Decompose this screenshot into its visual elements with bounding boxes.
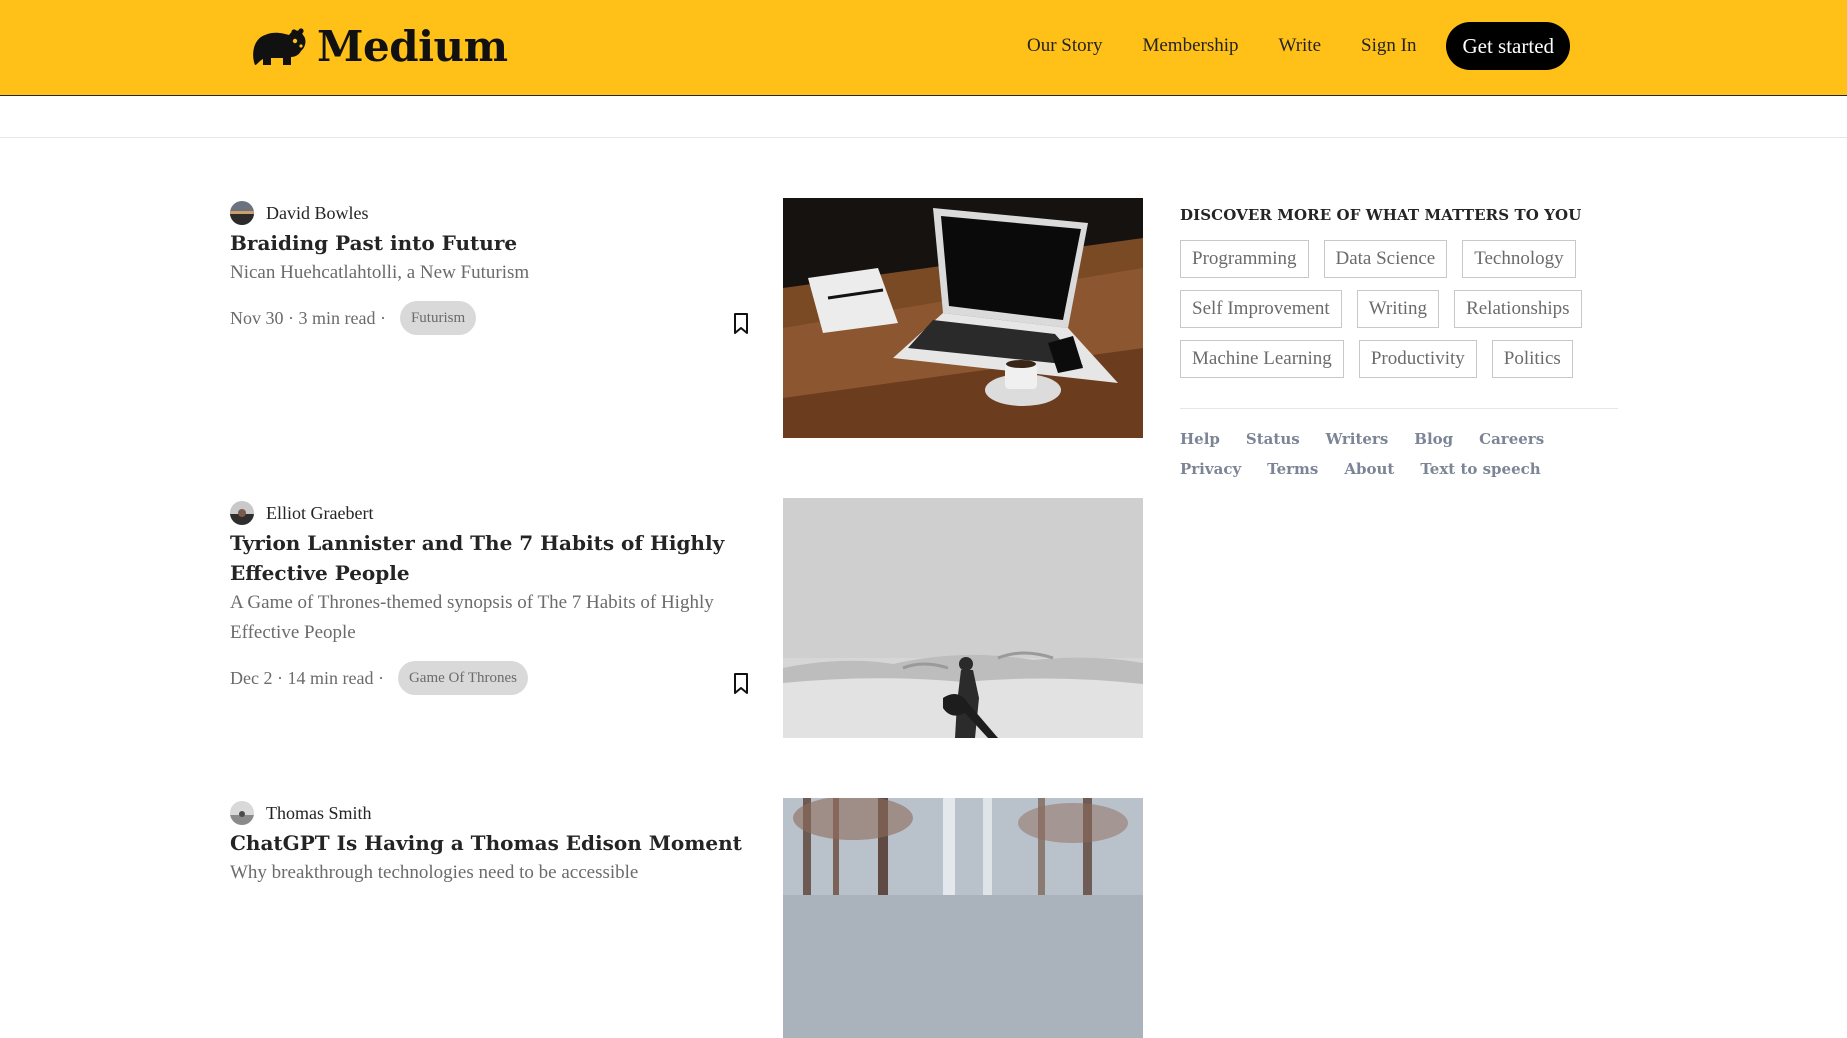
top-nav: Our Story Membership Write Sign In Get s… (1027, 22, 1571, 70)
post-tag[interactable]: Futurism (399, 301, 477, 335)
footer-link-terms[interactable]: Terms (1267, 459, 1318, 479)
hippo-logo-icon (253, 27, 306, 65)
topic-relationships[interactable]: Relationships (1454, 290, 1582, 328)
bookmark-icon[interactable] (732, 672, 750, 696)
sub-navigation-bar (0, 96, 1847, 138)
discover-heading: DISCOVER MORE OF WHAT MATTERS TO YOU (1180, 206, 1582, 224)
author-name[interactable]: Elliot Graebert (266, 503, 373, 524)
author-name[interactable]: Thomas Smith (266, 803, 372, 824)
footer-link-help[interactable]: Help (1180, 429, 1220, 449)
author-avatar[interactable] (230, 801, 254, 825)
post-subtitle[interactable]: A Game of Thrones-themed synopsis of The… (230, 588, 750, 648)
bookmark-icon[interactable] (732, 312, 750, 336)
sidebar-divider (1180, 408, 1618, 409)
topic-productivity[interactable]: Productivity (1358, 340, 1477, 378)
author-name[interactable]: David Bowles (266, 203, 369, 224)
topic-machine-learning[interactable]: Machine Learning (1180, 340, 1344, 378)
post-title[interactable]: Braiding Past into Future (230, 228, 750, 258)
footer-link-writers[interactable]: Writers (1326, 429, 1389, 449)
post-card[interactable]: Thomas Smith ChatGPT Is Having a Thomas … (230, 798, 1143, 1038)
topic-programming[interactable]: Programming (1180, 240, 1309, 278)
footer-link-status[interactable]: Status (1246, 429, 1300, 449)
footer-link-about[interactable]: About (1344, 459, 1394, 479)
topic-self-improvement[interactable]: Self Improvement (1180, 290, 1342, 328)
topic-politics[interactable]: Politics (1491, 340, 1573, 378)
post-meta: Nov 30 · 3 min read · Futurism (230, 300, 750, 336)
get-started-button[interactable]: Get started (1446, 22, 1571, 70)
author-avatar[interactable] (230, 501, 254, 525)
post-title[interactable]: ChatGPT Is Having a Thomas Edison Moment (230, 828, 750, 858)
footer-link-careers[interactable]: Careers (1479, 429, 1544, 449)
post-thumbnail[interactable] (783, 798, 1143, 1038)
topic-list: Programming Data Science Technology Self… (1180, 240, 1618, 390)
brand-name: Medium (317, 22, 508, 71)
author-row[interactable]: David Bowles (230, 198, 750, 228)
footer-link-text-to-speech[interactable]: Text to speech (1420, 459, 1540, 479)
post-tag[interactable]: Game Of Thrones (397, 661, 528, 695)
post-text: Thomas Smith ChatGPT Is Having a Thomas … (230, 798, 750, 888)
author-avatar[interactable] (230, 201, 254, 225)
post-thumbnail[interactable] (783, 498, 1143, 738)
post-title[interactable]: Tyrion Lannister and The 7 Habits of Hig… (230, 528, 750, 588)
post-thumbnail[interactable] (783, 198, 1143, 438)
topic-data-science[interactable]: Data Science (1323, 240, 1448, 278)
nav-our-story[interactable]: Our Story (1027, 35, 1102, 57)
post-card[interactable]: Elliot Graebert Tyrion Lannister and The… (230, 498, 1143, 738)
nav-membership[interactable]: Membership (1142, 35, 1238, 57)
footer-link-blog[interactable]: Blog (1414, 429, 1453, 449)
post-subtitle[interactable]: Nican Huehcatlahtolli, a New Futurism (230, 258, 750, 288)
post-date-readtime: Dec 2 · 14 min read · (230, 667, 384, 688)
post-meta: Dec 2 · 14 min read · Game Of Thrones (230, 660, 750, 696)
topic-writing[interactable]: Writing (1356, 290, 1440, 328)
author-row[interactable]: Thomas Smith (230, 798, 750, 828)
site-header: Medium Our Story Membership Write Sign I… (0, 0, 1847, 96)
post-text: Elliot Graebert Tyrion Lannister and The… (230, 498, 750, 696)
post-subtitle[interactable]: Why breakthrough technologies need to be… (230, 858, 750, 888)
sidebar: DISCOVER MORE OF WHAT MATTERS TO YOU Pro… (1180, 198, 1618, 489)
post-text: David Bowles Braiding Past into Future N… (230, 198, 750, 336)
topic-technology[interactable]: Technology (1462, 240, 1576, 278)
brand-logo[interactable]: Medium (249, 22, 508, 71)
post-date-readtime: Nov 30 · 3 min read · (230, 307, 386, 328)
nav-write[interactable]: Write (1279, 35, 1322, 57)
nav-sign-in[interactable]: Sign In (1361, 35, 1416, 57)
post-card[interactable]: David Bowles Braiding Past into Future N… (230, 198, 1143, 438)
footer-links: Help Status Writers Blog Careers Privacy… (1180, 429, 1618, 489)
author-row[interactable]: Elliot Graebert (230, 498, 750, 528)
footer-link-privacy[interactable]: Privacy (1180, 459, 1241, 479)
